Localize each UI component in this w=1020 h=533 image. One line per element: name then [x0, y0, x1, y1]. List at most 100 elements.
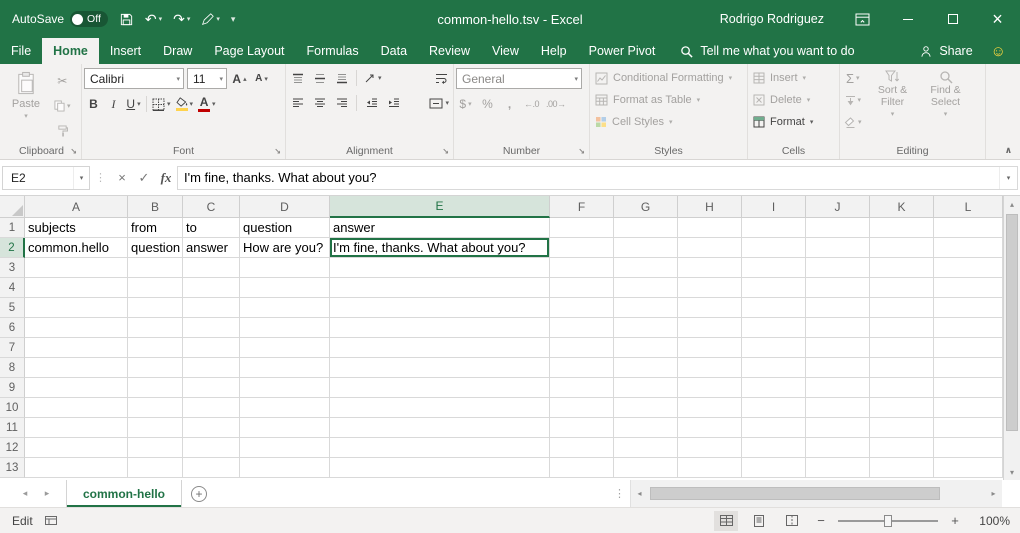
- user-name[interactable]: Rodrigo Rodriguez: [720, 12, 824, 26]
- cell-I11[interactable]: [742, 418, 806, 438]
- cell-G4[interactable]: [614, 278, 678, 298]
- insert-function-button[interactable]: fx: [155, 166, 177, 190]
- cell-D4[interactable]: [240, 278, 330, 298]
- increase-decimal-button[interactable]: ←.0: [522, 94, 541, 114]
- cell-K2[interactable]: [870, 238, 934, 258]
- save-button[interactable]: [119, 12, 134, 27]
- cell-E7[interactable]: [330, 338, 550, 358]
- cell-C10[interactable]: [183, 398, 240, 418]
- column-header-J[interactable]: J: [806, 196, 870, 218]
- cell-L10[interactable]: [934, 398, 1003, 418]
- cell-E4[interactable]: [330, 278, 550, 298]
- cell-C4[interactable]: [183, 278, 240, 298]
- macro-record-icon[interactable]: [45, 516, 57, 525]
- cell-B12[interactable]: [128, 438, 183, 458]
- tab-power-pivot[interactable]: Power Pivot: [578, 38, 667, 64]
- align-right-button[interactable]: [332, 93, 351, 113]
- cell-L5[interactable]: [934, 298, 1003, 318]
- copy-button[interactable]: ▾: [52, 96, 73, 116]
- cell-C3[interactable]: [183, 258, 240, 278]
- cell-G2[interactable]: [614, 238, 678, 258]
- align-center-button[interactable]: [310, 93, 329, 113]
- sheet-tab-common-hello[interactable]: common-hello: [66, 480, 182, 507]
- cell-A5[interactable]: [25, 298, 128, 318]
- cell-H13[interactable]: [678, 458, 742, 478]
- row-header-12[interactable]: 12: [0, 438, 25, 458]
- cell-L4[interactable]: [934, 278, 1003, 298]
- cell-B13[interactable]: [128, 458, 183, 478]
- cell-B3[interactable]: [128, 258, 183, 278]
- cell-J8[interactable]: [806, 358, 870, 378]
- sort-filter-button[interactable]: Sort & Filter ▾: [869, 68, 917, 143]
- format-as-table-button[interactable]: Format as Table ▾: [592, 90, 745, 110]
- clipboard-dialog-launcher[interactable]: ↘: [70, 147, 77, 156]
- font-color-button[interactable]: A ▾: [196, 94, 218, 114]
- cell-D12[interactable]: [240, 438, 330, 458]
- cell-I10[interactable]: [742, 398, 806, 418]
- autosum-button[interactable]: Σ▾: [842, 68, 864, 88]
- cell-B11[interactable]: [128, 418, 183, 438]
- row-header-10[interactable]: 10: [0, 398, 25, 418]
- comma-style-button[interactable]: ,: [500, 94, 519, 114]
- cell-G9[interactable]: [614, 378, 678, 398]
- undo-button[interactable]: ↶ ▾: [145, 11, 162, 28]
- cell-K6[interactable]: [870, 318, 934, 338]
- row-header-1[interactable]: 1: [0, 218, 25, 238]
- cell-J1[interactable]: [806, 218, 870, 238]
- zoom-slider[interactable]: [838, 512, 938, 530]
- cell-H2[interactable]: [678, 238, 742, 258]
- decrease-decimal-button[interactable]: .00→: [544, 94, 568, 114]
- cell-G3[interactable]: [614, 258, 678, 278]
- find-select-button[interactable]: Find & Select ▾: [922, 68, 970, 143]
- row-header-13[interactable]: 13: [0, 458, 25, 478]
- underline-button[interactable]: U ▾: [124, 94, 143, 114]
- column-header-K[interactable]: K: [870, 196, 934, 218]
- cell-I1[interactable]: [742, 218, 806, 238]
- autosave-control[interactable]: AutoSave Off: [12, 11, 108, 27]
- ribbon-display-options-button[interactable]: [840, 0, 885, 38]
- cell-J10[interactable]: [806, 398, 870, 418]
- column-header-H[interactable]: H: [678, 196, 742, 218]
- cell-J7[interactable]: [806, 338, 870, 358]
- cut-button[interactable]: ✂: [52, 71, 73, 91]
- row-header-2[interactable]: 2: [0, 238, 25, 258]
- cell-H4[interactable]: [678, 278, 742, 298]
- cell-F1[interactable]: [550, 218, 614, 238]
- cell-I2[interactable]: [742, 238, 806, 258]
- autosave-switch[interactable]: Off: [70, 11, 108, 27]
- column-header-A[interactable]: A: [25, 196, 128, 218]
- percent-style-button[interactable]: %: [478, 94, 497, 114]
- cell-A4[interactable]: [25, 278, 128, 298]
- cell-G5[interactable]: [614, 298, 678, 318]
- tell-me-box[interactable]: Tell me what you want to do: [680, 38, 854, 64]
- cell-L6[interactable]: [934, 318, 1003, 338]
- cell-H5[interactable]: [678, 298, 742, 318]
- confirm-entry-button[interactable]: ✓: [133, 166, 155, 190]
- merge-center-button[interactable]: ▾: [427, 93, 451, 113]
- cell-K4[interactable]: [870, 278, 934, 298]
- cell-D11[interactable]: [240, 418, 330, 438]
- cell-A2[interactable]: common.hello: [25, 238, 128, 258]
- chevron-down-icon[interactable]: ▾: [73, 167, 89, 189]
- alignment-dialog-launcher[interactable]: ↘: [442, 147, 449, 156]
- cell-G1[interactable]: [614, 218, 678, 238]
- cell-I9[interactable]: [742, 378, 806, 398]
- formula-input[interactable]: I'm fine, thanks. What about you? ▾: [177, 166, 1018, 190]
- column-header-B[interactable]: B: [128, 196, 183, 218]
- cell-I5[interactable]: [742, 298, 806, 318]
- bold-button[interactable]: B: [84, 94, 103, 114]
- zoom-in-button[interactable]: +: [947, 513, 963, 528]
- tab-scroll-splitter[interactable]: ⋮: [609, 480, 630, 507]
- cell-K10[interactable]: [870, 398, 934, 418]
- cell-H1[interactable]: [678, 218, 742, 238]
- column-header-G[interactable]: G: [614, 196, 678, 218]
- cell-D3[interactable]: [240, 258, 330, 278]
- cell-K11[interactable]: [870, 418, 934, 438]
- cell-L3[interactable]: [934, 258, 1003, 278]
- cell-D13[interactable]: [240, 458, 330, 478]
- zoom-level[interactable]: 100%: [972, 514, 1010, 528]
- cell-A11[interactable]: [25, 418, 128, 438]
- cell-A7[interactable]: [25, 338, 128, 358]
- cell-D9[interactable]: [240, 378, 330, 398]
- cell-K5[interactable]: [870, 298, 934, 318]
